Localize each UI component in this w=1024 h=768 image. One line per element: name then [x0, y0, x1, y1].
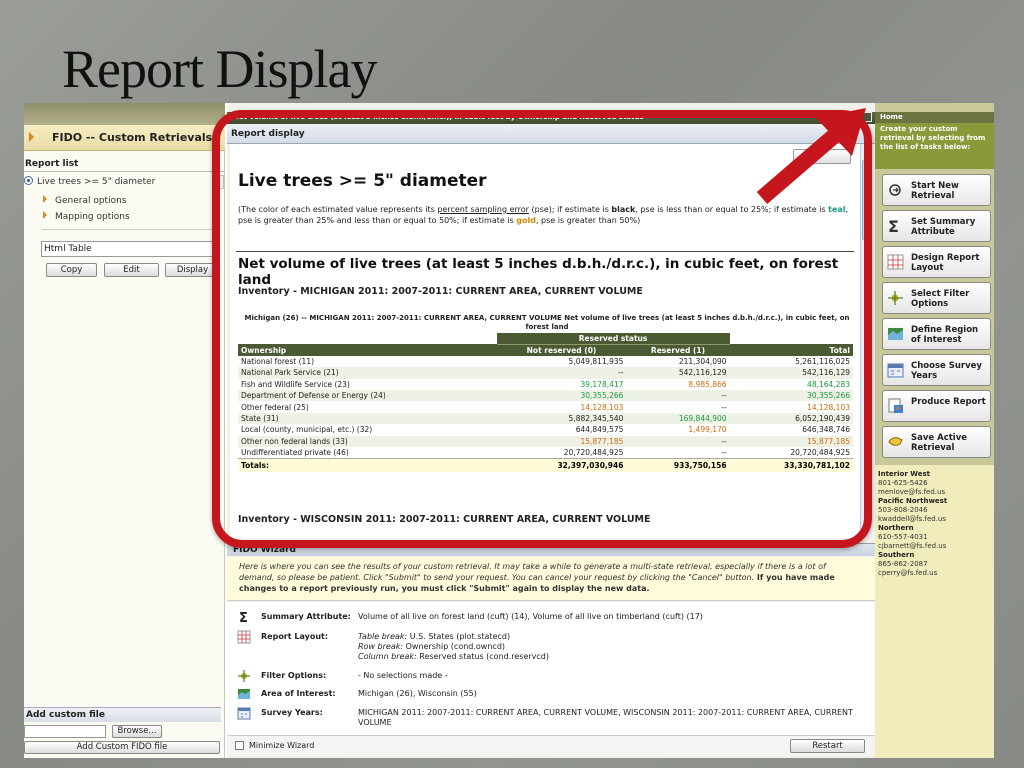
general-options-link[interactable]: General options: [43, 195, 126, 206]
summary-attribute-value: Volume of all live on forest land (cuft)…: [358, 612, 703, 621]
contact-email[interactable]: kwaddell@fs.fed.us: [878, 515, 946, 523]
survey-years-value: MICHIGAN 2011: 2007-2011: CURRENT AREA, …: [358, 708, 853, 727]
general-options-label: General options: [55, 196, 127, 206]
restart-button[interactable]: Restart: [790, 739, 865, 753]
fido-header[interactable]: FIDO -- Custom Retrievals!: [24, 125, 225, 151]
report-icon: [888, 398, 903, 413]
tasks-description: Create your custom retrieval by selectin…: [875, 123, 994, 169]
report-item-label: Live trees >= 5" diameter: [37, 177, 156, 187]
browse-button[interactable]: Browse...: [112, 725, 162, 738]
highlight-arrow-icon: [756, 108, 866, 205]
select-filter-options-label: Select Filter Options: [911, 289, 970, 309]
left-panel: FIDO -- Custom Retrievals! Report list L…: [24, 103, 225, 758]
slide-title: Report Display: [62, 39, 377, 99]
contact-email[interactable]: cperry@fs.fed.us: [878, 569, 937, 577]
contact-region: Pacific Northwest: [878, 497, 948, 505]
contact-email[interactable]: cjbarnett@fs.fed.us: [878, 542, 946, 550]
expand-arrow-icon: [29, 132, 34, 142]
contact-phone: 865-862-2087: [878, 560, 928, 568]
minimize-wizard-checkbox[interactable]: [235, 741, 244, 750]
regional-contacts: Interior West 801-625-5426 menlove@fs.fe…: [875, 465, 994, 758]
summary-attribute-label: Summary Attribute:: [261, 612, 351, 621]
fido-header-label: FIDO -- Custom Retrievals!: [52, 131, 218, 144]
wizard-message-text: Here is where you can see the results of…: [239, 562, 826, 582]
minimize-wizard-label: Minimize Wizard: [249, 741, 315, 750]
triangle-icon: [43, 195, 47, 203]
edit-button[interactable]: Edit: [104, 263, 159, 277]
add-custom-file-button[interactable]: Add Custom FIDO file: [24, 741, 220, 754]
save-active-retrieval-button[interactable]: Save Active Retrieval: [882, 426, 991, 458]
calendar-icon: [887, 363, 904, 378]
layout-grid-icon: [887, 254, 904, 270]
set-summary-attribute-button[interactable]: Σ Set Summary Attribute: [882, 210, 991, 242]
report-layout-value: Table break: U.S. States (plot.statecd) …: [358, 632, 868, 662]
wizard-footer: Minimize Wizard Restart: [227, 735, 875, 755]
right-panel: Home Create your custom retrieval by sel…: [875, 103, 994, 758]
report-list-item[interactable]: Live trees >= 5" diameter: [24, 176, 155, 187]
contact-email[interactable]: menlove@fs.fed.us: [878, 488, 945, 496]
svg-text:Σ: Σ: [239, 611, 248, 624]
format-select[interactable]: Html Table: [41, 241, 220, 257]
filter-options-label: Filter Options:: [261, 671, 327, 680]
define-region-label: Define Region of Interest: [911, 325, 979, 345]
wizard-summary: Σ Summary Attribute: Volume of all live …: [227, 602, 875, 735]
home-link[interactable]: Home: [875, 112, 994, 123]
produce-report-label: Produce Report: [911, 397, 986, 407]
svg-text:Σ: Σ: [888, 218, 899, 234]
area-of-interest-value: Michigan (26), Wisconsin (55): [358, 689, 477, 698]
map-region-icon: [888, 328, 903, 340]
produce-report-button[interactable]: Produce Report: [882, 390, 991, 422]
wizard-message: Here is where you can see the results of…: [227, 557, 875, 601]
layout-table-value: U.S. States (plot.statecd): [407, 632, 511, 641]
map-region-icon: [238, 689, 250, 699]
design-report-layout-button[interactable]: Design Report Layout: [882, 246, 991, 278]
sigma-icon: Σ: [888, 218, 899, 234]
start-icon: [889, 184, 901, 196]
report-layout-label: Report Layout:: [261, 632, 329, 641]
report-list-title: Report list: [24, 159, 225, 172]
layout-row-value: Ownership (cond.owncd): [403, 642, 506, 651]
save-active-retrieval-label: Save Active Retrieval: [911, 433, 968, 453]
calendar-icon: [237, 707, 251, 720]
layout-row-key: Row break:: [358, 642, 404, 651]
start-new-retrieval-button[interactable]: Start New Retrieval: [882, 174, 991, 206]
layout-grid-icon: [237, 630, 251, 644]
contact-phone: 610-557-4031: [878, 533, 928, 541]
contact-region: Southern: [878, 551, 915, 559]
choose-survey-years-button[interactable]: Choose Survey Years: [882, 354, 991, 386]
layout-col-value: Reserved status (cond.reservcd): [416, 652, 549, 661]
survey-years-label: Survey Years:: [261, 708, 323, 717]
choose-survey-years-label: Choose Survey Years: [911, 361, 982, 381]
start-new-retrieval-label: Start New Retrieval: [911, 181, 959, 201]
radio-icon[interactable]: [24, 176, 33, 185]
filter-options-value: - No selections made -: [358, 671, 448, 680]
forest-banner: [24, 103, 225, 125]
set-summary-attribute-label: Set Summary Attribute: [911, 217, 976, 237]
divider: [42, 229, 220, 230]
filter-icon: [888, 291, 903, 305]
mapping-options-label: Mapping options: [55, 212, 130, 222]
filter-icon: [238, 670, 250, 682]
triangle-icon: [43, 211, 47, 219]
design-report-layout-label: Design Report Layout: [911, 253, 980, 273]
save-hand-icon: [888, 437, 903, 446]
select-filter-options-button[interactable]: Select Filter Options: [882, 282, 991, 314]
define-region-button[interactable]: Define Region of Interest: [882, 318, 991, 350]
contact-region: Northern: [878, 524, 914, 532]
copy-button[interactable]: Copy: [46, 263, 97, 277]
contact-region: Interior West: [878, 470, 930, 478]
add-custom-file-title: Add custom file: [24, 707, 221, 722]
custom-file-input[interactable]: [24, 725, 106, 738]
area-of-interest-label: Area of Interest:: [261, 689, 336, 698]
contact-phone: 801-625-5426: [878, 479, 928, 487]
sigma-icon: Σ: [239, 611, 248, 624]
contact-phone: 503-808-2046: [878, 506, 928, 514]
layout-table-key: Table break:: [358, 632, 408, 641]
mapping-options-link[interactable]: Mapping options: [43, 211, 130, 222]
layout-col-key: Column break:: [358, 652, 417, 661]
